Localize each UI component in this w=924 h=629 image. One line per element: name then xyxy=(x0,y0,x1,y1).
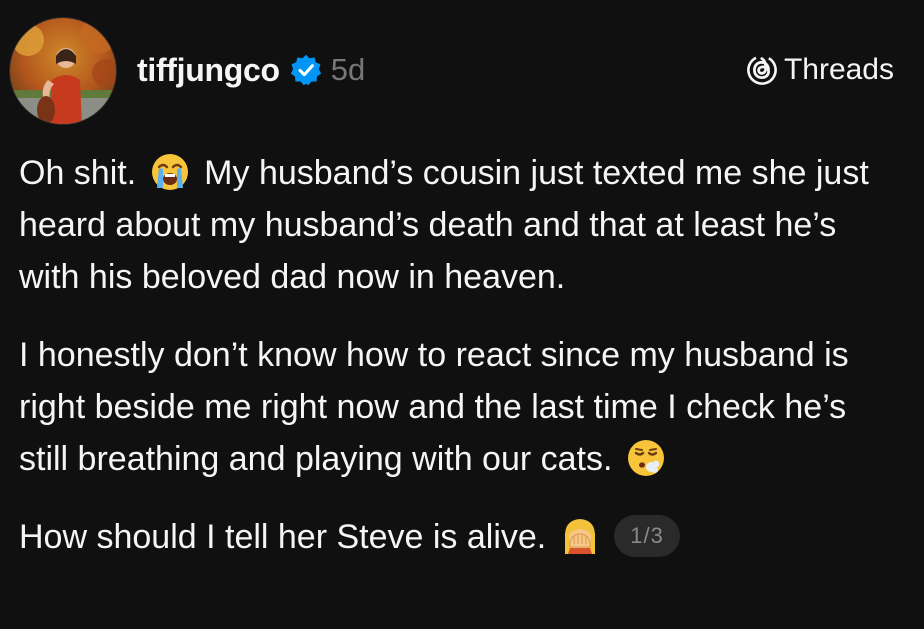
paragraph-3-text: How should I tell her Steve is alive. xyxy=(19,518,547,556)
post-paragraph-3: How should I tell her Steve is alive. 1/… xyxy=(19,511,899,563)
author-username[interactable]: tiffjungco xyxy=(137,52,280,89)
paragraph-2-text: I honestly don’t know how to react since… xyxy=(19,336,849,478)
paragraph-1-rest: My husband’s cousin just texted me she j… xyxy=(19,154,869,296)
woman-facepalming-emoji-icon xyxy=(560,516,600,556)
profile-photo xyxy=(10,18,116,124)
page-indicator-badge: 1/3 xyxy=(614,515,680,557)
verified-badge-icon xyxy=(289,53,323,87)
threads-post: tiffjungco 5d Threads Oh shit. My husban… xyxy=(0,0,924,629)
post-body: Oh shit. My husband’s cousin just texted… xyxy=(19,147,899,589)
threads-brand-label: Threads xyxy=(783,53,894,86)
threads-brand: Threads xyxy=(746,50,894,90)
post-paragraph-2: I honestly don’t know how to react since… xyxy=(19,329,899,485)
face-exhaling-emoji-icon xyxy=(626,438,666,478)
author-avatar[interactable] xyxy=(9,17,117,125)
loudly-crying-face-emoji-icon xyxy=(150,152,190,192)
threads-logo-icon xyxy=(746,54,778,86)
post-header: tiffjungco 5d xyxy=(137,48,365,92)
post-timestamp: 5d xyxy=(330,52,366,87)
paragraph-1-lead: Oh shit. xyxy=(19,154,137,192)
post-paragraph-1: Oh shit. My husband’s cousin just texted… xyxy=(19,147,899,303)
